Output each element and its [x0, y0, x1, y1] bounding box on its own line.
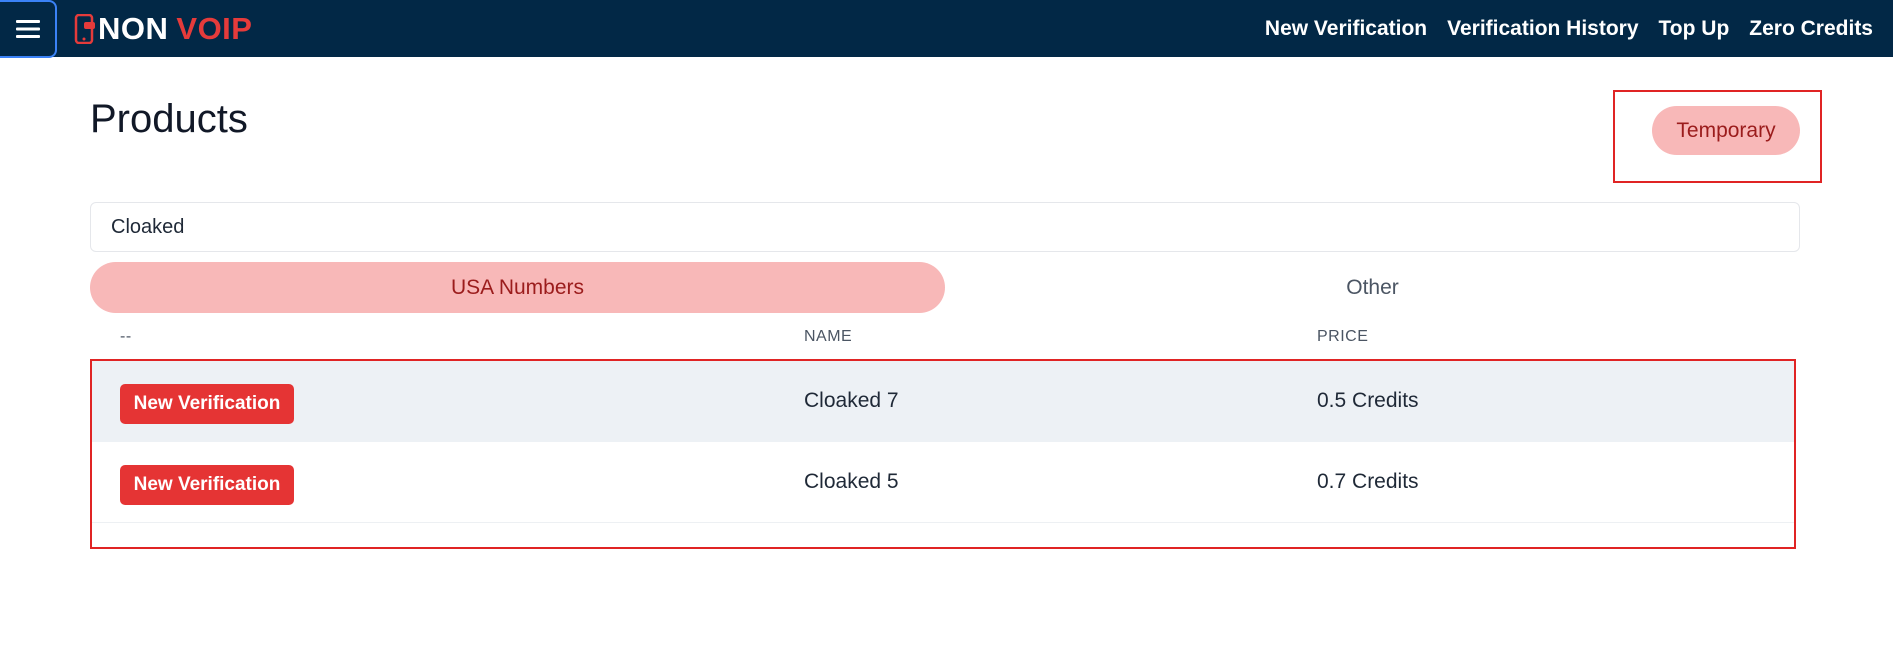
tab-usa-numbers[interactable]: USA Numbers — [90, 262, 945, 313]
nav-credits-balance[interactable]: Zero Credits — [1749, 17, 1873, 41]
column-header-name: NAME — [804, 328, 853, 345]
menu-button[interactable] — [0, 0, 57, 58]
nav-links: New Verification Verification History To… — [1245, 0, 1873, 57]
brand-logo[interactable]: NON VOIP — [74, 11, 252, 47]
nav-top-up[interactable]: Top Up — [1659, 17, 1730, 41]
phone-logo-icon — [74, 14, 95, 44]
product-price: 0.5 Credits — [1317, 389, 1419, 412]
top-navbar: NON VOIP New Verification Verification H… — [0, 0, 1893, 58]
logo-text-non: NON — [98, 11, 169, 46]
table-row: New Verification Cloaked 5 0.7 Credits — [92, 442, 1794, 523]
new-verification-button[interactable]: New Verification — [120, 384, 294, 424]
page-title: Products — [90, 97, 248, 141]
nav-verification-history[interactable]: Verification History — [1447, 17, 1638, 41]
new-verification-button[interactable]: New Verification — [120, 465, 294, 505]
product-name: Cloaked 7 — [804, 389, 899, 412]
logo-text-voip: VOIP — [176, 11, 253, 46]
temporary-type-button[interactable]: Temporary — [1652, 106, 1800, 155]
column-header-action: -- — [120, 328, 132, 345]
search-input[interactable] — [90, 202, 1800, 252]
tab-other[interactable]: Other — [945, 262, 1800, 313]
nav-new-verification[interactable]: New Verification — [1265, 17, 1427, 41]
table-row: New Verification Cloaked 7 0.5 Credits — [92, 361, 1794, 442]
product-price: 0.7 Credits — [1317, 470, 1419, 493]
column-header-price: PRICE — [1317, 328, 1369, 345]
table-header: -- NAME PRICE — [90, 320, 1800, 360]
hamburger-icon — [15, 20, 40, 38]
product-name: Cloaked 5 — [804, 470, 899, 493]
products-table-highlight: New Verification Cloaked 7 0.5 Credits N… — [90, 359, 1796, 549]
